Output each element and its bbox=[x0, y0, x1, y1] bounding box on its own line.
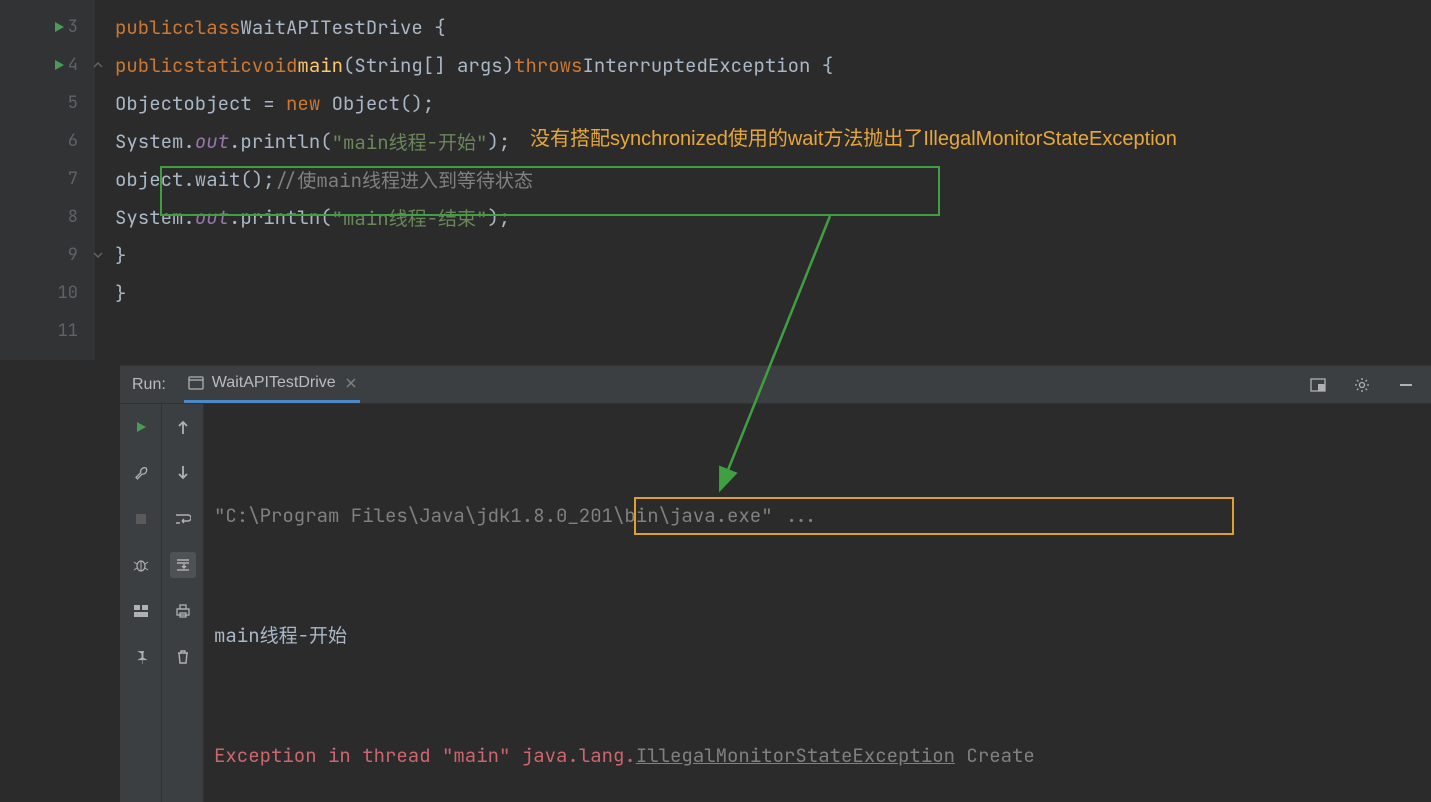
code-line: public class WaitAPITestDrive { bbox=[95, 8, 1431, 46]
editor-area: 3 4 5 6 7 8 9 10 11 public class Wai bbox=[0, 0, 1431, 360]
class-ref: System. bbox=[115, 129, 195, 154]
string-literal: "main线程-开始" bbox=[332, 128, 488, 155]
print-icon[interactable] bbox=[170, 598, 196, 624]
brace: } bbox=[115, 243, 126, 268]
line-number: 10 bbox=[58, 282, 78, 304]
line-number: 6 bbox=[68, 130, 78, 152]
wrench-icon[interactable] bbox=[128, 460, 154, 486]
gutter-line: 5 bbox=[0, 84, 94, 122]
keyword: class bbox=[183, 15, 240, 40]
run-icon[interactable] bbox=[52, 20, 66, 34]
close-icon[interactable] bbox=[346, 378, 356, 388]
pin-icon[interactable] bbox=[128, 644, 154, 670]
code-line: System.out.println("main线程-结束"); bbox=[95, 198, 1431, 236]
run-toolbar-primary bbox=[120, 404, 162, 802]
scroll-to-end-icon[interactable] bbox=[170, 552, 196, 578]
gutter-line: 7 bbox=[0, 160, 94, 198]
brace: { bbox=[810, 53, 833, 78]
console-output[interactable]: "C:\Program Files\Java\jdk1.8.0_201\bin\… bbox=[204, 404, 1431, 802]
string-literal: "main线程-结束" bbox=[332, 204, 488, 231]
call: .println( bbox=[229, 129, 332, 154]
gutter-line: 3 bbox=[0, 8, 94, 46]
bug-icon[interactable] bbox=[128, 552, 154, 578]
run-icon[interactable] bbox=[52, 58, 66, 72]
params: (String[] args) bbox=[343, 53, 514, 78]
type: Object bbox=[115, 91, 183, 116]
keyword: static bbox=[183, 53, 251, 78]
run-panel: Run: WaitAPITestDrive bbox=[120, 365, 1431, 802]
call: Object(); bbox=[320, 91, 434, 116]
field-ref: out bbox=[195, 205, 229, 230]
code-area[interactable]: public class WaitAPITestDrive { public s… bbox=[95, 0, 1431, 360]
console-command: "C:\Program Files\Java\jdk1.8.0_201\bin\… bbox=[214, 496, 1421, 536]
code-line: object.wait(); //使main线程进入到等待状态 bbox=[95, 160, 1431, 198]
brace: { bbox=[423, 15, 446, 40]
trash-icon[interactable] bbox=[170, 644, 196, 670]
call: object.wait(); bbox=[115, 167, 275, 192]
line-number: 4 bbox=[68, 54, 78, 76]
code-line: Object object = new Object(); bbox=[95, 84, 1431, 122]
line-number: 7 bbox=[68, 168, 78, 190]
keyword: void bbox=[252, 53, 298, 78]
gear-icon[interactable] bbox=[1349, 372, 1375, 398]
error-tail[interactable]: Create bbox=[955, 736, 1035, 776]
console-error: Exception in thread "main" java.lang.Ill… bbox=[214, 736, 1421, 776]
run-header: Run: WaitAPITestDrive bbox=[120, 366, 1431, 404]
arrow-up-icon[interactable] bbox=[170, 414, 196, 440]
code-line: } bbox=[95, 236, 1431, 274]
run-body: "C:\Program Files\Java\jdk1.8.0_201\bin\… bbox=[120, 404, 1431, 802]
run-label: Run: bbox=[132, 376, 166, 394]
class-ref: System. bbox=[115, 205, 195, 230]
gutter-line: 10 bbox=[0, 274, 94, 312]
soft-wrap-icon[interactable] bbox=[170, 506, 196, 532]
run-tab[interactable]: WaitAPITestDrive bbox=[184, 366, 360, 403]
keyword: new bbox=[286, 91, 320, 116]
gutter-line: 9 bbox=[0, 236, 94, 274]
variable: object bbox=[183, 91, 251, 116]
exception-type: InterruptedException bbox=[582, 53, 810, 78]
line-number: 9 bbox=[68, 244, 78, 266]
line-number: 3 bbox=[68, 16, 78, 38]
run-tab-label: WaitAPITestDrive bbox=[212, 374, 336, 392]
class-name: WaitAPITestDrive bbox=[240, 15, 422, 40]
stop-icon[interactable] bbox=[128, 506, 154, 532]
gutter-line: 6 bbox=[0, 122, 94, 160]
rerun-icon[interactable] bbox=[128, 414, 154, 440]
operator: = bbox=[252, 91, 286, 116]
comment: //使main线程进入到等待状态 bbox=[275, 166, 533, 193]
punct: ); bbox=[487, 129, 510, 154]
code-line: public static void main(String[] args) t… bbox=[95, 46, 1431, 84]
annotation-text: 没有搭配synchronized使用的wait方法抛出了IllegalMonit… bbox=[530, 122, 1177, 151]
gutter-line: 11 bbox=[0, 312, 94, 350]
error-class-link[interactable]: IllegalMonitorStateException bbox=[636, 736, 955, 776]
line-number: 11 bbox=[58, 320, 78, 342]
gutter-line: 8 bbox=[0, 198, 94, 236]
gutter: 3 4 5 6 7 8 9 10 11 bbox=[0, 0, 95, 360]
run-header-actions bbox=[1305, 372, 1419, 398]
run-toolbar-secondary bbox=[162, 404, 204, 802]
layout-icon[interactable] bbox=[1305, 372, 1331, 398]
field-ref: out bbox=[195, 129, 229, 154]
keyword: public bbox=[115, 53, 183, 78]
function-name: main bbox=[297, 53, 343, 78]
application-icon bbox=[188, 376, 204, 390]
layout-split-icon[interactable] bbox=[128, 598, 154, 624]
code-line: } bbox=[95, 274, 1431, 312]
punct: ); bbox=[487, 205, 510, 230]
brace: } bbox=[115, 281, 126, 306]
line-number: 5 bbox=[68, 92, 78, 114]
gutter-line: 4 bbox=[0, 46, 94, 84]
keyword: public bbox=[115, 15, 183, 40]
error-class: java.lang. bbox=[522, 736, 636, 776]
call: .println( bbox=[229, 205, 332, 230]
line-number: 8 bbox=[68, 206, 78, 228]
arrow-down-icon[interactable] bbox=[170, 460, 196, 486]
console-stdout: main线程-开始 bbox=[214, 616, 1421, 656]
error-prefix: Exception in thread "main" bbox=[214, 736, 522, 776]
keyword: throws bbox=[514, 53, 582, 78]
minimize-icon[interactable] bbox=[1393, 372, 1419, 398]
